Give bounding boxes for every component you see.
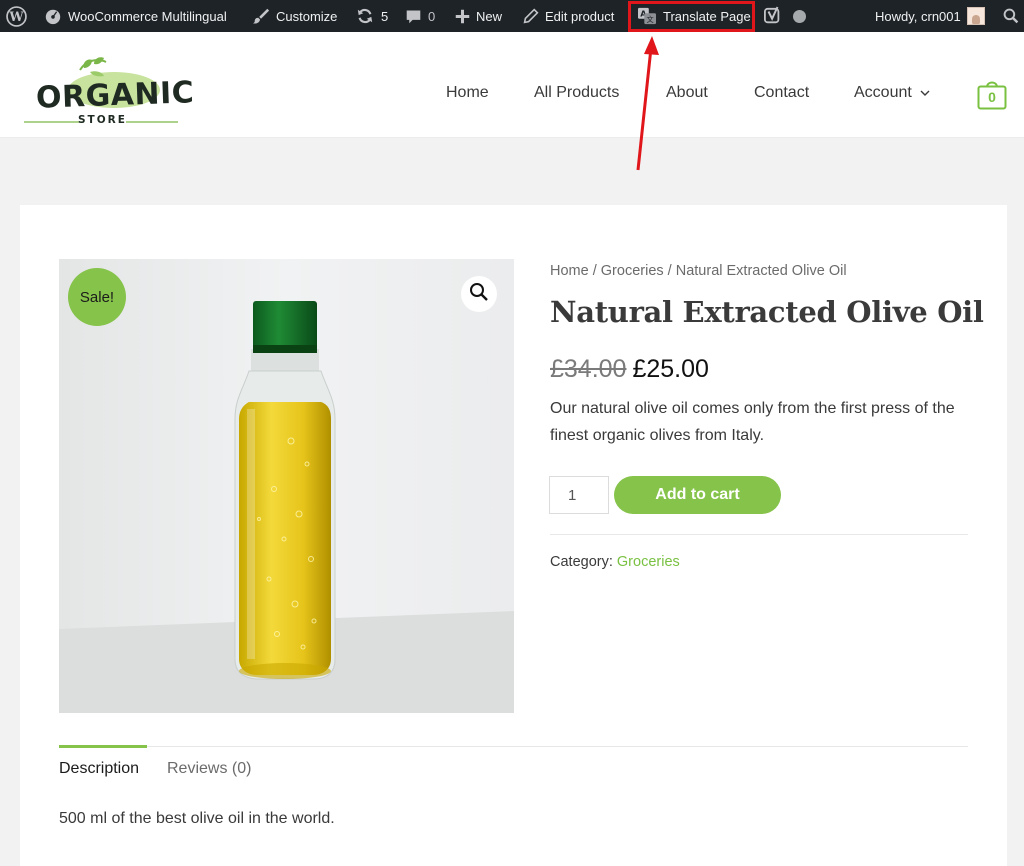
comments-link[interactable]: 0 bbox=[405, 0, 435, 32]
customize-link[interactable]: Customize bbox=[252, 0, 337, 32]
product-image[interactable] bbox=[59, 259, 514, 713]
product-price: £34.00 £25.00 bbox=[550, 355, 709, 384]
refresh-icon bbox=[355, 7, 375, 25]
tab-reviews[interactable]: Reviews (0) bbox=[167, 760, 251, 778]
translate-page-link[interactable]: A文 Translate Page bbox=[637, 0, 751, 32]
new-content-menu[interactable]: New bbox=[455, 0, 502, 32]
pencil-icon bbox=[523, 8, 539, 24]
tab-description[interactable]: Description bbox=[59, 760, 139, 778]
plus-icon bbox=[455, 9, 470, 24]
cart-count: 0 bbox=[988, 88, 996, 105]
active-tab-indicator bbox=[59, 745, 147, 748]
product-title: Natural Extracted Olive Oil bbox=[550, 295, 984, 329]
breadcrumb-separator: / bbox=[588, 263, 601, 279]
site-name-menu[interactable]: WooCommerce Multilingual bbox=[44, 0, 227, 32]
svg-text:W: W bbox=[8, 9, 24, 24]
status-dot-icon bbox=[793, 9, 806, 23]
product-category: Category: Groceries bbox=[550, 554, 680, 570]
nav-account-label: Account bbox=[854, 84, 912, 101]
site-name-label: WooCommerce Multilingual bbox=[68, 8, 227, 24]
comments-count: 0 bbox=[428, 8, 436, 24]
edit-product-link[interactable]: Edit product bbox=[523, 0, 614, 32]
magnifier-icon bbox=[469, 282, 489, 307]
product-content: Sale! Home / Groceries / Natural Extract… bbox=[20, 205, 1007, 866]
site-logo[interactable]: ORGANIC STORE bbox=[22, 56, 195, 132]
updates-link[interactable]: 5 bbox=[355, 0, 388, 32]
wordpress-icon: W bbox=[6, 5, 27, 27]
sale-price: £25.00 bbox=[632, 355, 709, 383]
yoast-menu[interactable] bbox=[764, 0, 782, 32]
quantity-input[interactable]: 1 bbox=[549, 476, 609, 514]
regular-price: £34.00 bbox=[550, 355, 627, 383]
brush-icon bbox=[252, 7, 270, 25]
logo-wordmark: ORGANIC bbox=[35, 75, 195, 116]
description-text: 500 ml of the best olive oil in the worl… bbox=[59, 810, 335, 827]
breadcrumb-current: Natural Extracted Olive Oil bbox=[675, 263, 847, 279]
dashboard-icon bbox=[44, 7, 62, 25]
updates-count: 5 bbox=[381, 8, 389, 24]
my-account-menu[interactable]: Howdy, crn001 bbox=[875, 0, 985, 32]
yoast-icon bbox=[764, 6, 782, 26]
divider bbox=[550, 534, 968, 535]
new-label: New bbox=[476, 8, 503, 24]
chevron-down-icon bbox=[920, 84, 930, 102]
adminbar-search[interactable] bbox=[1003, 0, 1019, 32]
sale-badge: Sale! bbox=[68, 268, 126, 326]
site-header: ORGANIC STORE Home All Products About Co… bbox=[0, 32, 1024, 138]
nav-about[interactable]: About bbox=[666, 84, 708, 102]
avatar bbox=[966, 7, 985, 25]
tabs-divider bbox=[59, 746, 968, 747]
svg-text:文: 文 bbox=[647, 15, 654, 24]
seo-status[interactable] bbox=[793, 0, 806, 32]
translate-icon: A文 bbox=[637, 7, 657, 25]
nav-all-products[interactable]: All Products bbox=[534, 84, 619, 102]
image-zoom-button[interactable] bbox=[461, 276, 497, 312]
admin-bar: W WooCommerce Multilingual Customize 5 0… bbox=[0, 0, 1024, 32]
category-link[interactable]: Groceries bbox=[617, 554, 680, 570]
breadcrumb-separator: / bbox=[663, 263, 676, 279]
breadcrumb-groceries[interactable]: Groceries bbox=[601, 263, 664, 279]
nav-home[interactable]: Home bbox=[446, 84, 489, 102]
category-label: Category: bbox=[550, 554, 613, 570]
translate-page-label: Translate Page bbox=[663, 8, 751, 24]
wordpress-menu[interactable]: W bbox=[6, 0, 27, 32]
edit-product-label: Edit product bbox=[545, 8, 615, 24]
logo-subtext: STORE bbox=[78, 114, 127, 126]
add-to-cart-button[interactable]: Add to cart bbox=[614, 476, 781, 514]
nav-contact[interactable]: Contact bbox=[754, 84, 809, 102]
breadcrumb-home[interactable]: Home bbox=[550, 263, 589, 279]
comment-icon bbox=[405, 8, 422, 25]
search-icon bbox=[1003, 8, 1019, 24]
short-description: Our natural olive oil comes only from th… bbox=[550, 400, 955, 444]
breadcrumb: Home / Groceries / Natural Extracted Oli… bbox=[550, 263, 847, 279]
howdy-label: Howdy, crn001 bbox=[875, 8, 961, 24]
cart-button[interactable]: 0 bbox=[977, 78, 1007, 110]
nav-account[interactable]: Account bbox=[854, 84, 930, 102]
customize-label: Customize bbox=[276, 8, 338, 24]
